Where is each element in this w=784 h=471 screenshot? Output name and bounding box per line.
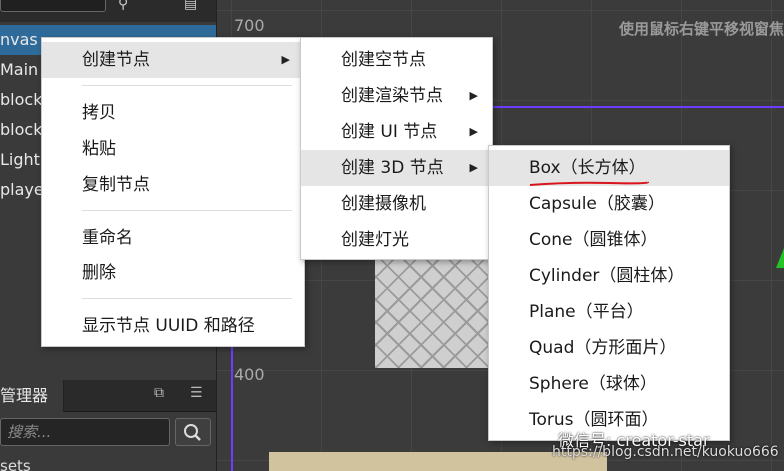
watermark-url: https://blog.csdn.net/kuokuo666 [552,444,779,460]
menu-item-sphere[interactable]: Sphere（球体） [489,366,729,402]
menu-item-label: 创建 3D 节点 [341,158,444,178]
scene-hint-text: 使用鼠标右键平移视窗焦 [618,20,784,38]
gizmo-arrow-icon[interactable] [776,248,784,268]
menu-item-capsule[interactable]: Capsule（胶囊） [489,186,729,222]
axis-label-700: 700 [234,16,265,35]
grid-line [771,0,772,471]
assets-panel: 管理器 ⧉ ☰ 搜索... sets [0,380,216,471]
assets-tabbar: 管理器 ⧉ ☰ [0,380,216,412]
menu-item-rename[interactable]: 重命名 [42,220,304,256]
menu-item-cylinder[interactable]: Cylinder（圆柱体） [489,258,729,294]
popout-icon[interactable]: ⧉ [154,385,164,401]
menu-item-create-3d[interactable]: 创建 3D 节点 ▶ [301,150,492,186]
textured-sprite[interactable] [375,258,490,368]
menu-item-create-light[interactable]: 创建灯光 [301,222,492,258]
menu-item-create-node[interactable]: 创建节点 ▶ [42,42,304,78]
menu-separator [82,210,292,211]
create-submenu: 创建空节点 创建渲染节点 ▶ 创建 UI 节点 ▶ 创建 3D 节点 ▶ 创建摄… [300,37,493,260]
create-3d-submenu: Box（长方体） Capsule（胶囊） Cone（圆锥体） Cylinder（… [488,145,730,441]
menu-item-label: 创建渲染节点 [341,86,443,106]
assets-search-input[interactable]: 搜索... [0,418,170,446]
hierarchy-search-input[interactable] [0,0,106,12]
submenu-arrow-icon: ▶ [281,53,290,66]
hierarchy-toolbar: ⚲ ▤ [0,0,216,22]
search-icon[interactable]: ⚲ [118,0,128,12]
menu-item-quad[interactable]: Quad（方形面片） [489,330,729,366]
menu-icon[interactable]: ☰ [190,385,203,401]
collapse-icon[interactable]: ▤ [184,0,197,12]
menu-item-label: 创建 UI 节点 [341,122,438,142]
submenu-arrow-icon: ▶ [469,89,478,102]
menu-item-create-render[interactable]: 创建渲染节点 ▶ [301,78,492,114]
menu-item-create-ui[interactable]: 创建 UI 节点 ▶ [301,114,492,150]
context-menu: 创建节点 ▶ 拷贝 粘贴 复制节点 重命名 删除 显示节点 UUID 和路径 [41,37,305,347]
tab-assets[interactable]: 管理器 [0,380,64,412]
menu-item-cone[interactable]: Cone（圆锥体） [489,222,729,258]
menu-separator [82,298,292,299]
menu-separator [82,85,292,86]
menu-item-plane[interactable]: Plane（平台） [489,294,729,330]
menu-item-label: 创建节点 [82,50,150,70]
menu-item-create-empty[interactable]: 创建空节点 [301,42,492,78]
search-button[interactable] [175,418,211,446]
menu-item-show-uuid[interactable]: 显示节点 UUID 和路径 [42,308,304,344]
grid-line [217,10,784,11]
menu-item-paste[interactable]: 粘贴 [42,131,304,167]
assets-root-item[interactable]: sets [0,456,31,471]
menu-item-delete[interactable]: 删除 [42,255,304,291]
submenu-arrow-icon: ▶ [469,161,478,174]
menu-item-duplicate[interactable]: 复制节点 [42,167,304,203]
submenu-arrow-icon: ▶ [469,125,478,138]
axis-label-400: 400 [234,365,265,384]
menu-item-copy[interactable]: 拷贝 [42,95,304,131]
menu-item-create-camera[interactable]: 创建摄像机 [301,186,492,222]
search-icon [184,424,201,441]
annotation-underline [529,181,649,186]
